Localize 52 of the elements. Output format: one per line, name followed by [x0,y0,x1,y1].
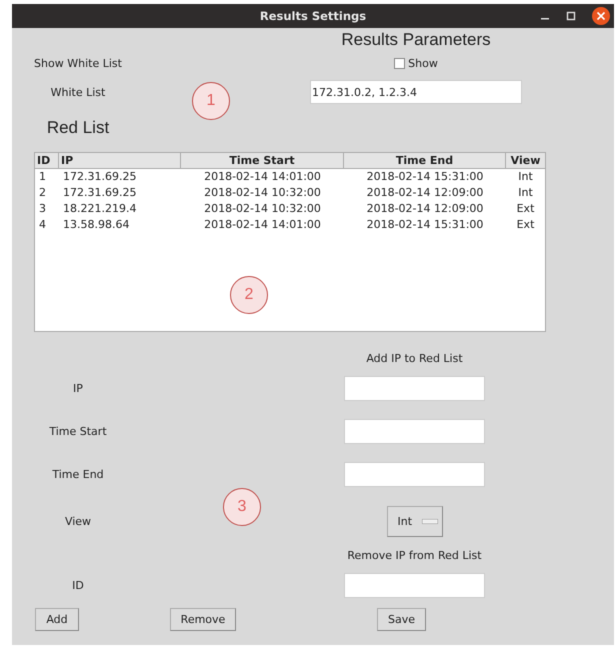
close-icon[interactable] [592,7,610,25]
field-label: Show White List [33,56,123,70]
window-title: Results Settings [260,9,366,23]
action-button[interactable]: Save [376,608,426,631]
column-header[interactable]: ID [35,153,59,169]
maximize-icon[interactable] [566,11,576,21]
table-cell-text: 18.221.219.4 [62,201,138,217]
field-label: White List [50,86,106,98]
field-label: Time End [51,468,105,481]
table-cell-text: 2018-02-14 14:01:00 [203,169,322,185]
table-cell-text: 3 [38,201,47,217]
action-button[interactable]: Remove [170,608,236,631]
table-cell-text: 2018-02-14 10:32:00 [203,185,322,201]
field-label: IP [72,382,84,395]
action-button[interactable]: Add [35,608,79,631]
input-field[interactable] [344,376,485,401]
table-cell-text: Ext [516,201,536,217]
field-label: View [64,515,92,528]
table-cell-text: 4 [38,217,47,233]
table-cell-text: 2018-02-14 10:32:00 [203,201,322,217]
table-cell-text: 2 [38,185,47,201]
field-label: Time Start [48,425,108,438]
table-cell-text: 2018-02-14 12:09:00 [366,185,484,201]
table-cell-text: 172.31.69.25 [62,185,138,201]
table-cell-text: Int [517,169,534,185]
section-heading: Red List [46,118,110,138]
table-cell-text: 13.58.98.64 [62,217,130,233]
field-label: ID [71,579,85,592]
dropdown-indicator-icon [422,519,438,524]
column-header[interactable]: View [506,153,545,169]
view-dropdown[interactable]: Int [386,506,442,537]
table-cell-text: 1 [38,169,47,185]
column-header[interactable]: Time End [344,153,506,169]
input-field[interactable] [344,462,485,487]
column-header[interactable]: IP [59,153,181,169]
section-heading: Add IP to Red List [365,352,464,364]
section-heading: Results Parameters [340,30,492,50]
input-field[interactable] [344,419,485,444]
table-cell-text: Int [517,185,534,201]
allow-list-field[interactable]: 172.31.0.2, 1.2.3.4 [310,80,522,104]
input-field[interactable] [344,573,485,598]
table-cell-text: 2018-02-14 15:31:00 [366,217,484,233]
section-heading: Remove IP from Red List [346,548,483,562]
table-cell-text: 2018-02-14 12:09:00 [366,201,484,217]
column-header[interactable]: Time Start [181,153,344,169]
annotation-marker: 1 [192,82,230,120]
table-cell-text: 2018-02-14 15:31:00 [366,169,484,185]
table-cell-text: Ext [516,217,536,233]
table-cell-text: 2018-02-14 14:01:00 [203,217,322,233]
table-cell-text: 172.31.69.25 [62,169,138,185]
show-checkbox[interactable]: Show [394,56,438,70]
annotation-marker: 3 [223,488,261,526]
